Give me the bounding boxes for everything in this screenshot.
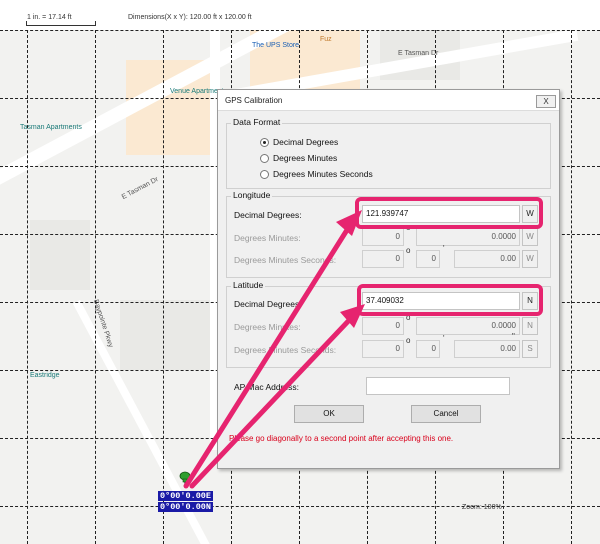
callout-arrows xyxy=(183,210,365,489)
arrow-to-latitude xyxy=(189,311,358,489)
arrow-head-longitude xyxy=(336,210,362,236)
arrow-to-longitude xyxy=(183,219,355,489)
